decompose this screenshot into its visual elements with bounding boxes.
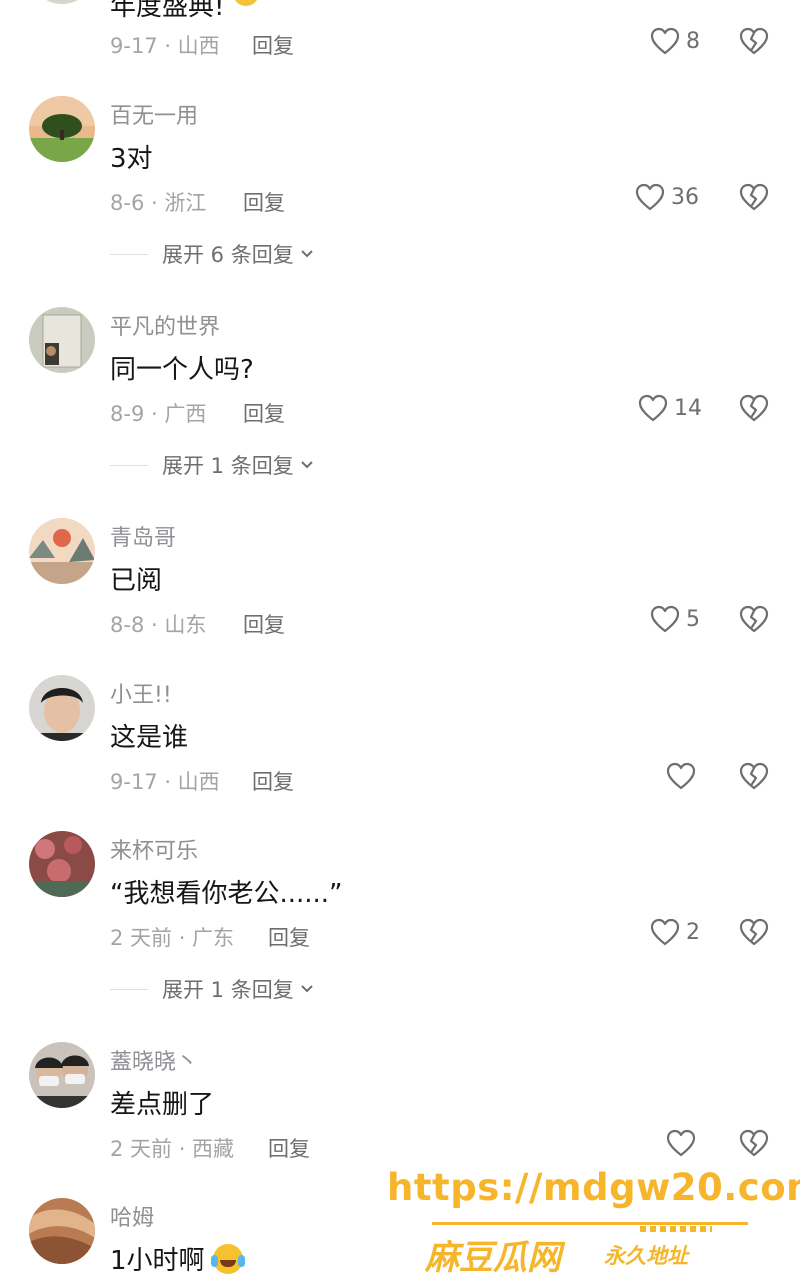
expand-replies-label: 展开 1 条回复 bbox=[162, 978, 294, 1002]
broken-heart-icon bbox=[739, 918, 769, 946]
avatar[interactable] bbox=[29, 0, 95, 4]
username[interactable]: 蓋晓晓丶 bbox=[110, 1044, 198, 1076]
comment-meta: 9-17 · 山西 bbox=[110, 34, 220, 58]
comment-meta: 2 天前 · 广东 bbox=[110, 926, 235, 950]
username[interactable]: 哈姆 bbox=[110, 1200, 154, 1232]
broken-heart-icon bbox=[739, 27, 769, 55]
avatar[interactable] bbox=[29, 1198, 95, 1264]
comment-text: 这是谁 bbox=[110, 723, 189, 753]
avatar-image bbox=[29, 831, 95, 897]
comment-text: 3对 bbox=[110, 144, 153, 174]
dislike-button[interactable] bbox=[738, 24, 770, 58]
heart-outline-icon bbox=[635, 183, 665, 211]
dislike-button[interactable] bbox=[738, 915, 770, 949]
like-button[interactable]: 8 bbox=[650, 24, 700, 58]
comment-meta: 2 天前 · 西藏 bbox=[110, 1137, 235, 1161]
like-count: 36 bbox=[671, 184, 699, 210]
divider bbox=[110, 253, 148, 255]
like-button[interactable]: 2 bbox=[650, 915, 700, 949]
username[interactable]: 来杯可乐 bbox=[110, 833, 198, 865]
comment-text: 差点删了 bbox=[110, 1090, 215, 1120]
comment-text: 年度盛典! bbox=[110, 0, 259, 23]
avatar[interactable] bbox=[29, 518, 95, 584]
watermark-brand: 麻豆瓜网 bbox=[425, 1238, 561, 1278]
crying-laugh-emoji-icon bbox=[210, 1244, 245, 1274]
like-count: 8 bbox=[686, 28, 700, 54]
watermark-url: https://mdgw20.com bbox=[387, 1166, 800, 1209]
expand-replies-label: 展开 6 条回复 bbox=[162, 243, 294, 267]
dislike-button[interactable] bbox=[738, 602, 770, 636]
divider bbox=[110, 464, 148, 466]
chevron-down-icon bbox=[301, 461, 313, 469]
username[interactable]: 平凡的世界 bbox=[110, 309, 220, 341]
broken-heart-icon bbox=[739, 762, 769, 790]
broken-heart-icon bbox=[739, 183, 769, 211]
avatar-image bbox=[29, 675, 95, 741]
avatar[interactable] bbox=[29, 675, 95, 741]
comment-text: 已阅 bbox=[110, 566, 163, 596]
watermark-underline bbox=[432, 1222, 748, 1225]
like-button[interactable] bbox=[666, 1126, 696, 1160]
comment-meta: 8-6 · 浙江 bbox=[110, 191, 207, 215]
comment-text: “我想看你老公......” bbox=[110, 879, 343, 909]
like-button[interactable]: 5 bbox=[650, 602, 700, 636]
expand-replies-button[interactable]: 展开 1 条回复 bbox=[110, 450, 314, 480]
avatar-image bbox=[29, 1198, 95, 1264]
dislike-button[interactable] bbox=[738, 1126, 770, 1160]
like-count: 5 bbox=[686, 606, 700, 632]
reply-button[interactable]: 回复 bbox=[243, 187, 285, 217]
avatar[interactable] bbox=[29, 96, 95, 162]
reply-button[interactable]: 回复 bbox=[252, 30, 294, 60]
chevron-down-icon bbox=[301, 985, 313, 993]
avatar-image bbox=[29, 96, 95, 162]
dislike-button[interactable] bbox=[738, 180, 770, 214]
comment-text: 同一个人吗? bbox=[110, 355, 254, 385]
comment-meta: 8-8 · 山东 bbox=[110, 613, 207, 637]
expand-replies-label: 展开 1 条回复 bbox=[162, 454, 294, 478]
heart-outline-icon bbox=[650, 27, 680, 55]
like-button[interactable]: 36 bbox=[635, 180, 699, 214]
watermark-subtitle: 永久地址 bbox=[604, 1244, 688, 1268]
comment-meta: 9-17 · 山西 bbox=[110, 770, 220, 794]
username[interactable]: 青岛哥 bbox=[110, 520, 176, 552]
divider bbox=[110, 988, 148, 990]
emoji-icon bbox=[232, 0, 259, 6]
expand-replies-button[interactable]: 展开 1 条回复 bbox=[110, 974, 314, 1004]
heart-outline-icon bbox=[650, 605, 680, 633]
heart-outline-icon bbox=[638, 394, 668, 422]
broken-heart-icon bbox=[739, 605, 769, 633]
comments-page: 年度盛典! 9-17 · 山西 回复 8 百无一用 3对 8-6 · 浙江 回复 bbox=[0, 0, 800, 1280]
like-button[interactable]: 14 bbox=[638, 391, 702, 425]
avatar[interactable] bbox=[29, 307, 95, 373]
reply-button[interactable]: 回复 bbox=[252, 766, 294, 796]
like-count: 2 bbox=[686, 919, 700, 945]
like-count: 14 bbox=[674, 395, 702, 421]
dislike-button[interactable] bbox=[738, 759, 770, 793]
chevron-down-icon bbox=[301, 250, 313, 258]
avatar[interactable] bbox=[29, 831, 95, 897]
heart-outline-icon bbox=[650, 918, 680, 946]
reply-button[interactable]: 回复 bbox=[243, 398, 285, 428]
dislike-button[interactable] bbox=[738, 391, 770, 425]
heart-outline-icon bbox=[666, 762, 696, 790]
avatar-image bbox=[29, 518, 95, 584]
heart-outline-icon bbox=[666, 1129, 696, 1157]
avatar-image bbox=[29, 1042, 95, 1108]
watermark-dashes bbox=[640, 1226, 712, 1232]
username[interactable]: 百无一用 bbox=[110, 98, 198, 130]
expand-replies-button[interactable]: 展开 6 条回复 bbox=[110, 239, 314, 269]
reply-button[interactable]: 回复 bbox=[268, 922, 310, 952]
avatar-image bbox=[29, 307, 95, 373]
broken-heart-icon bbox=[739, 394, 769, 422]
reply-button[interactable]: 回复 bbox=[243, 609, 285, 639]
comment-meta: 8-9 · 广西 bbox=[110, 402, 207, 426]
comment-text: 1小时啊 bbox=[110, 1240, 245, 1277]
avatar[interactable] bbox=[29, 1042, 95, 1108]
like-button[interactable] bbox=[666, 759, 696, 793]
reply-button[interactable]: 回复 bbox=[268, 1133, 310, 1163]
broken-heart-icon bbox=[739, 1129, 769, 1157]
username[interactable]: 小王!! bbox=[110, 677, 172, 709]
